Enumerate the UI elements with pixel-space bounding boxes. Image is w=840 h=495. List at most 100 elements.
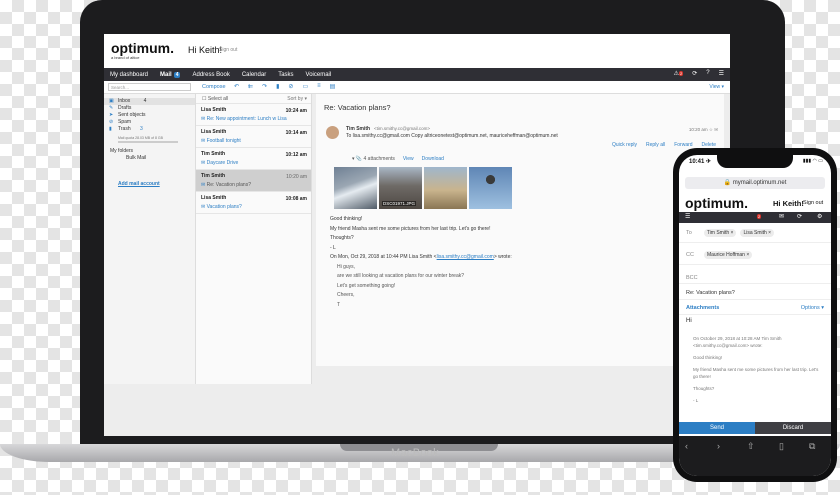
phone-time: 10:41 ✈ — [689, 159, 712, 165]
time: 10:20 am — [286, 174, 307, 180]
select-all-label: Select all — [207, 96, 229, 102]
cc-field[interactable]: CC Maurice Hoffman × — [679, 249, 831, 265]
send-button[interactable]: Send — [679, 422, 755, 434]
back-icon[interactable]: ‹ — [685, 441, 688, 451]
print-icon[interactable]: ▤ — [330, 83, 336, 90]
compose-body[interactable]: Hi — [679, 318, 831, 328]
refresh-icon-mobile[interactable]: ⟳ — [797, 213, 802, 220]
refresh-icon[interactable]: ⟳ — [692, 70, 697, 77]
inbox-icon: ▣ — [109, 98, 114, 104]
logo-text: optimum. — [111, 40, 174, 56]
list-item[interactable]: Lisa Smith10:24 amRe: New appointment: L… — [196, 104, 311, 126]
list-item[interactable]: Lisa Smith10:08 amVacation plans? — [196, 192, 311, 214]
help-icon[interactable]: ? — [706, 70, 709, 77]
quick-reply-link[interactable]: Quick reply — [612, 142, 637, 148]
attachment-thumbnail[interactable] — [424, 167, 467, 209]
settings-icon-mobile[interactable]: ⚙ — [817, 213, 822, 220]
reply-all-link[interactable]: Reply all — [646, 142, 665, 148]
list-item-selected[interactable]: Tim Smith10:20 amRe: Vacation plans? — [196, 170, 311, 192]
recipient-chip[interactable]: Tim Smith × — [703, 229, 737, 237]
optimum-logo-mobile[interactable]: optimum. — [685, 195, 748, 211]
cc-label: CC — [686, 252, 694, 258]
signout-link[interactable]: Sign out — [219, 47, 237, 53]
nav-voicemail[interactable]: Voicemail — [306, 72, 332, 78]
nav-mail[interactable]: Mail 4 — [160, 71, 181, 78]
delete-icon[interactable]: ▮ — [276, 83, 279, 90]
nav-calendar[interactable]: Calendar — [242, 72, 266, 78]
folder-drafts[interactable]: ✎ Drafts — [104, 105, 195, 112]
to-field[interactable]: To Tim Smith × Lisa Smith × — [679, 227, 831, 243]
add-mail-account-link[interactable]: Add mail account — [104, 181, 195, 187]
sort-dropdown[interactable]: Sort by ▾ — [287, 94, 307, 104]
tabs-icon[interactable]: ⧉ — [809, 441, 815, 452]
quote-line: Good thinking! — [693, 355, 723, 360]
nav-address-book[interactable]: Address Book — [192, 72, 229, 78]
recipient-chip[interactable]: Maurice Hoffman × — [703, 251, 753, 259]
reply-all-icon[interactable]: ⇇ — [248, 83, 253, 90]
attachment-thumbnail[interactable]: DSC01971.JPG — [379, 167, 422, 209]
quoted-line: are we still looking at vacation plans f… — [337, 273, 465, 279]
mail-icon-mobile[interactable]: ✉ — [779, 213, 784, 220]
compose-button[interactable]: Compose — [202, 84, 226, 90]
attachment-thumbnail[interactable] — [469, 167, 512, 209]
forward-icon[interactable]: ↷ — [262, 83, 267, 90]
quoted-line: Let's get something going! — [337, 282, 396, 289]
view-attachments-link[interactable]: View — [403, 156, 414, 162]
nav-icons: ⚠2 ⟳ ? ☰ — [674, 70, 724, 77]
bcc-label: BCC — [686, 275, 698, 281]
forward-icon[interactable]: › — [717, 441, 720, 451]
search-input[interactable]: Search... — [108, 83, 191, 91]
forward-link[interactable]: Forward — [674, 142, 692, 148]
attachment-thumbnails: DSC01971.JPG — [334, 167, 512, 209]
recipient-chip[interactable]: Lisa Smith × — [740, 229, 775, 237]
signout-link-mobile[interactable]: Sign out — [803, 200, 823, 206]
folder-sent[interactable]: ➤ Sent objects — [104, 112, 195, 119]
quoted-line: T — [337, 301, 341, 308]
view-dropdown[interactable]: View ▾ — [709, 84, 724, 90]
message-date: 10:20 am ☆ ✉ — [688, 127, 718, 132]
discard-button[interactable]: Discard — [755, 422, 831, 434]
folder-spam[interactable]: ⊘ Spam — [104, 119, 195, 126]
alert-icon[interactable]: ⚠2 — [674, 70, 684, 77]
folder-bulk-mail[interactable]: Bulk Mail — [104, 155, 195, 162]
quoted-email-link[interactable]: lisa.smithy.cc@gmail.com — [437, 254, 494, 260]
bcc-field[interactable]: BCC — [679, 273, 831, 284]
trash-icon: ▮ — [109, 126, 112, 132]
sent-icon: ➤ — [109, 112, 114, 118]
attachment-thumbnail[interactable] — [334, 167, 377, 209]
optimum-logo[interactable]: optimum. a brand of altice — [111, 40, 174, 60]
attachments-link[interactable]: Attachments — [686, 305, 719, 311]
bookmarks-icon[interactable]: ▯ — [779, 441, 784, 452]
list-item[interactable]: Lisa Smith10:14 amFootball tonight — [196, 126, 311, 148]
url-bar[interactable]: 🔒 mymail.optimum.net — [685, 177, 825, 189]
quoted-line: Cheers, — [337, 292, 355, 298]
subject: Re: New appointment: Lunch w Lisa — [201, 116, 306, 122]
subject-field[interactable]: Re: Vacation plans? — [679, 288, 831, 300]
reply-icon[interactable]: ↶ — [234, 83, 239, 90]
folder-trash[interactable]: ▮ Trash 3 — [104, 126, 195, 133]
nav-tasks[interactable]: Tasks — [278, 72, 293, 78]
attachments-row: ▾ 📎 4 attachments View Download — [352, 156, 444, 162]
sender-name[interactable]: Tim Smith — [346, 126, 370, 132]
nav-dashboard[interactable]: My dashboard — [110, 72, 148, 78]
folder-inbox[interactable]: ▣ Inbox 4 — [104, 98, 195, 105]
attachments-toggle[interactable]: ▾ 📎 4 attachments — [352, 156, 395, 162]
quoted-line: Hi guys, — [337, 263, 356, 270]
share-icon[interactable]: ⇧ — [747, 441, 755, 452]
alert-badge-mobile: 2 — [757, 214, 762, 219]
folder-label: Drafts — [118, 105, 132, 111]
sender-address: <tim.smithy.cc@gmail.com> — [374, 126, 430, 131]
mail-quota: Mail quota 28.03 MB of 8 GB — [118, 136, 163, 140]
time: 10:24 am — [285, 108, 307, 114]
download-attachments-link[interactable]: Download — [422, 156, 444, 162]
move-icon[interactable]: ▭ — [302, 83, 308, 90]
list-item[interactable]: Tim Smith10:12 amDaycare Drive — [196, 148, 311, 170]
menu-icon[interactable]: ☰ — [719, 70, 724, 77]
options-dropdown[interactable]: Options ▾ — [801, 304, 824, 313]
hamburger-icon[interactable]: ☰ — [685, 213, 690, 220]
body-line: Thoughts? — [330, 235, 354, 241]
my-folders[interactable]: My folders — [104, 148, 195, 155]
quote-line: My friend Masha sent me some pictures fr… — [693, 367, 819, 379]
more-icon[interactable]: ≡ — [317, 83, 321, 90]
spam-icon[interactable]: ⊘ — [288, 83, 293, 90]
